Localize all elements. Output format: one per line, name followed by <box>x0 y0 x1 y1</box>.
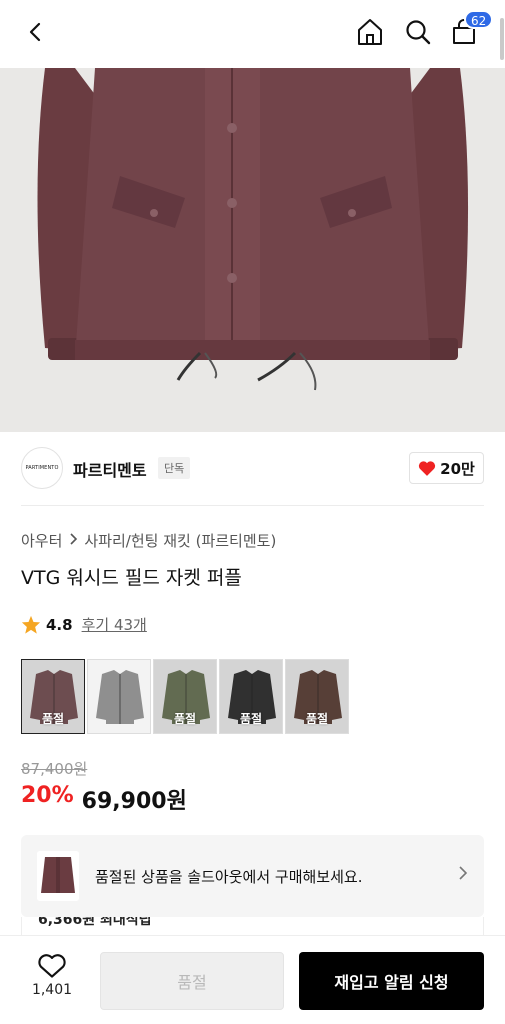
brand-logo[interactable]: PARTIMENTO <box>21 447 63 489</box>
search-icon[interactable] <box>400 14 436 50</box>
back-icon[interactable] <box>18 14 54 50</box>
points-info-peek: 6,366원 최대적립 <box>21 917 484 935</box>
sale-price: 69,900원 <box>81 789 187 814</box>
points-text: 6,366원 최대적립 <box>38 917 152 928</box>
cart-count-badge: 62 <box>464 10 494 29</box>
chevron-right-icon <box>458 865 468 886</box>
color-options: 품절 품절 품절 품절 <box>21 659 349 734</box>
brand-name[interactable]: 파르티멘토 <box>73 457 147 481</box>
heart-filled-icon <box>419 461 436 476</box>
brand-logo-text: PARTIMENTO <box>25 465 59 471</box>
soldout-button[interactable]: 품절 <box>100 952 284 1010</box>
swatch-jacket-image <box>88 660 150 733</box>
chevron-right-icon <box>68 532 78 549</box>
breadcrumb: 아우터 사파리/헌팅 재킷 (파르티멘토) <box>21 530 276 551</box>
heart-outline-icon <box>38 954 66 978</box>
color-swatch[interactable]: 품절 <box>153 659 217 734</box>
color-swatch[interactable]: 품절 <box>285 659 349 734</box>
color-swatch[interactable]: 품절 <box>219 659 283 734</box>
original-price: 87,400원 <box>21 760 88 778</box>
product-title: VTG 워시드 필드 자켓 퍼플 <box>21 567 242 589</box>
notice-product-thumbnail <box>37 851 79 901</box>
soldout-label: 품절 <box>239 712 263 726</box>
brand-like-button[interactable]: 20만 <box>409 452 484 484</box>
breadcrumb-category[interactable]: 아우터 <box>21 530 62 551</box>
soldout-label: 품절 <box>305 712 329 726</box>
soldout-notice-banner[interactable]: 품절된 상품을 솔드아웃에서 구매해보세요. <box>21 835 484 917</box>
price-row: 20% 69,900원 <box>21 783 187 815</box>
brand-row: PARTIMENTO 파르티멘토 단독 20만 <box>21 447 484 489</box>
exclusive-tag: 단독 <box>158 457 191 479</box>
shopping-bag-icon[interactable]: 62 <box>446 10 494 50</box>
breadcrumb-subcategory[interactable]: 사파리/헌팅 재킷 (파르티멘토) <box>84 530 276 551</box>
discount-rate: 20% <box>21 783 74 808</box>
rating-row: 4.8 후기 43개 <box>21 614 147 635</box>
notice-text: 품절된 상품을 솔드아웃에서 구매해보세요. <box>95 868 363 886</box>
wishlist-count: 1,401 <box>31 982 73 998</box>
bottom-action-bar: 1,401 품절 재입고 알림 신청 <box>0 935 505 1024</box>
home-icon[interactable] <box>352 14 388 50</box>
product-image[interactable] <box>0 68 505 432</box>
color-swatch[interactable]: 품절 <box>21 659 85 734</box>
scrollbar[interactable] <box>500 18 504 60</box>
divider <box>21 505 484 506</box>
color-swatch[interactable] <box>87 659 151 734</box>
wishlist-button[interactable]: 1,401 <box>22 953 82 998</box>
restock-alert-button[interactable]: 재입고 알림 신청 <box>299 952 484 1010</box>
rating-score: 4.8 <box>46 615 73 634</box>
star-icon <box>21 615 41 634</box>
review-count-link[interactable]: 후기 43개 <box>82 614 147 635</box>
top-navigation-bar: 62 <box>0 0 505 68</box>
soldout-label: 품절 <box>173 712 197 726</box>
soldout-label: 품절 <box>41 712 65 726</box>
brand-like-count: 20만 <box>440 459 475 478</box>
